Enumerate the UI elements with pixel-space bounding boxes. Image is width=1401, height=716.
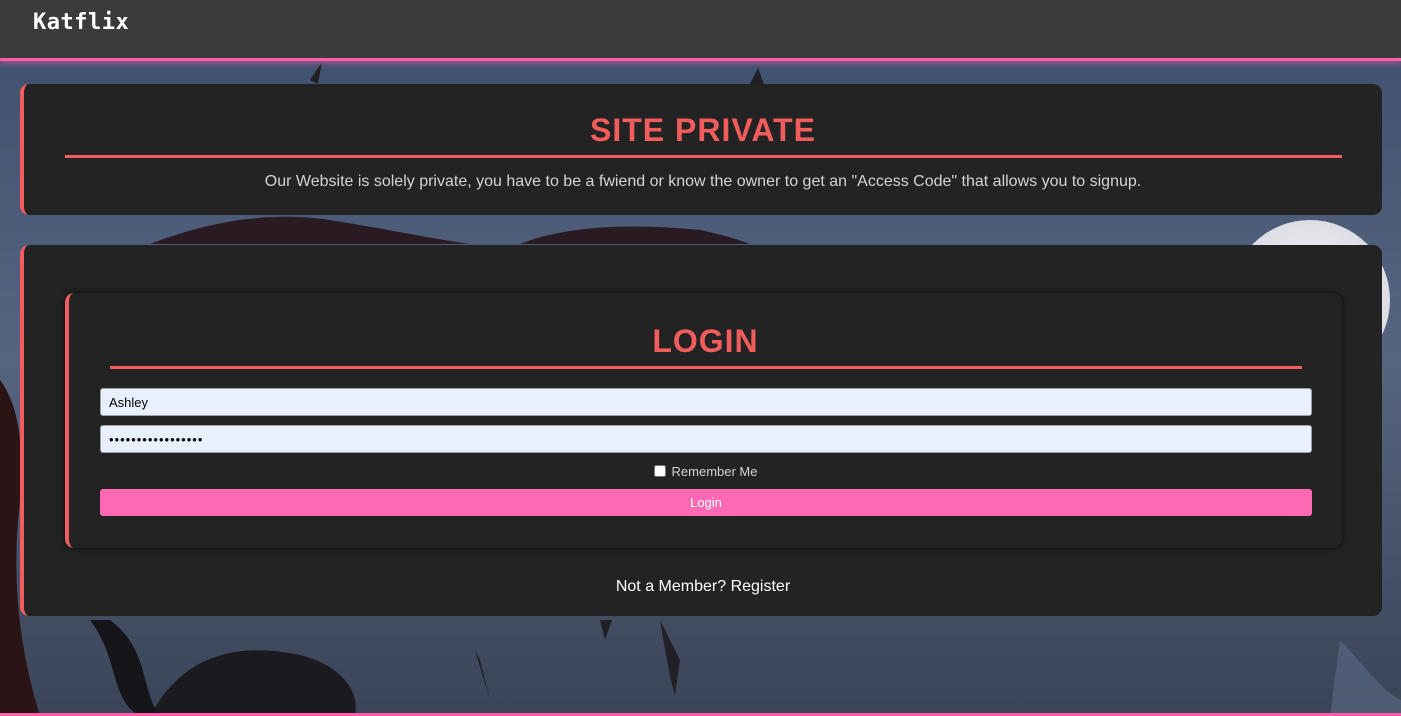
remember-me-row: Remember Me: [69, 464, 1342, 479]
register-prompt: Not a Member? Register: [24, 578, 1382, 596]
register-link[interactable]: Register: [731, 578, 791, 595]
password-input[interactable]: [100, 425, 1312, 453]
top-navbar: Katflix: [0, 0, 1401, 61]
private-notice-divider: [65, 155, 1342, 158]
private-notice-title: SITE PRIVATE: [590, 112, 816, 148]
username-input[interactable]: [100, 388, 1312, 416]
login-button[interactable]: Login: [100, 489, 1312, 516]
remember-me-label[interactable]: Remember Me: [672, 464, 758, 479]
login-divider: [110, 366, 1302, 369]
private-notice-card: SITE PRIVATE Our Website is solely priva…: [20, 84, 1382, 215]
login-form-card: LOGIN Remember Me Login: [65, 293, 1342, 548]
private-notice-message: Our Website is solely private, you have …: [264, 173, 1142, 190]
site-logo[interactable]: Katflix: [33, 10, 129, 35]
register-prompt-text: Not a Member?: [615, 578, 727, 595]
remember-me-checkbox[interactable]: [653, 465, 666, 477]
login-title: LOGIN: [652, 323, 759, 359]
login-panel: LOGIN Remember Me Login Not a Member? Re…: [20, 245, 1382, 616]
